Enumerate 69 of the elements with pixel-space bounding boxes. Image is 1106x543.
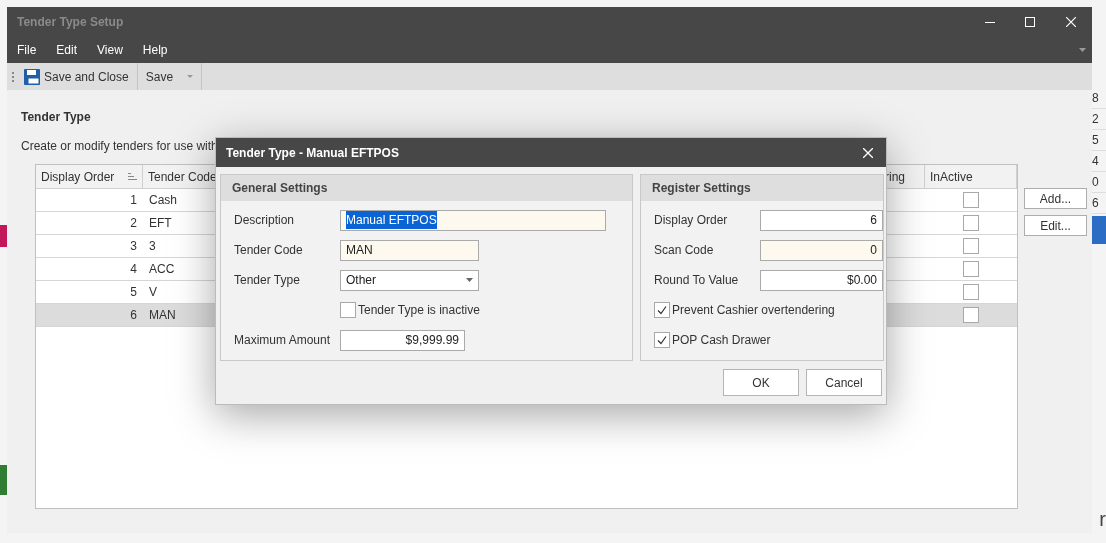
table-cell-text: 3 xyxy=(129,238,138,255)
dialog-title: Tender Type - Manual EFTPOS xyxy=(226,144,399,162)
window-title: Tender Type Setup xyxy=(17,14,124,31)
checkbox[interactable] xyxy=(963,215,979,231)
input-field[interactable]: 6 xyxy=(760,209,883,231)
maximize-icon xyxy=(1025,17,1035,27)
checkmark-icon xyxy=(657,335,667,345)
background-bar xyxy=(0,225,7,247)
menu-item[interactable]: File xyxy=(11,41,43,59)
group-header: Register Settings xyxy=(641,175,883,201)
caret-icon xyxy=(187,75,194,78)
input-field[interactable]: $9,999.99 xyxy=(340,329,465,351)
checkbox-label: Prevent Cashier overtendering xyxy=(672,302,835,319)
save-split-button[interactable]: Save xyxy=(137,63,203,90)
dialog-button[interactable]: OK xyxy=(723,369,799,396)
table-cell-text: ACC xyxy=(149,261,175,278)
close-button[interactable] xyxy=(862,146,874,159)
background-bar xyxy=(0,465,7,495)
table-cell-text: Cash xyxy=(149,192,177,209)
column-header[interactable]: InActive xyxy=(925,165,1017,188)
save-and-close-button[interactable]: Save and Close xyxy=(24,63,138,90)
checkbox-label: Tender Type is inactive xyxy=(358,302,480,319)
table-cell-text: EFT xyxy=(149,215,172,232)
checkbox-label: POP Cash Drawer xyxy=(672,332,771,349)
input-field[interactable]: $0.00 xyxy=(760,269,883,291)
field-label: Display Order xyxy=(654,212,729,229)
table-cell-text: MAN xyxy=(149,307,176,324)
caret-icon xyxy=(1079,48,1086,52)
close-icon xyxy=(1066,17,1076,27)
input-field[interactable]: 0 xyxy=(760,239,883,261)
checkbox[interactable] xyxy=(963,261,979,277)
field-label: Round To Value xyxy=(654,272,740,289)
table-cell-text: 1 xyxy=(129,192,138,209)
table-cell-text: 5 xyxy=(129,284,138,301)
table-cell-text: 4 xyxy=(129,261,138,278)
menu-item[interactable]: View xyxy=(91,41,129,59)
table-cell-text: 3 xyxy=(149,238,156,255)
tender-type-dropdown[interactable]: Other xyxy=(340,269,479,291)
minimize-icon xyxy=(985,21,995,23)
checkbox[interactable] xyxy=(340,302,356,318)
background-text: r xyxy=(1099,509,1106,529)
section-title: Tender Type xyxy=(21,109,92,126)
checkbox[interactable] xyxy=(963,284,979,300)
group-header: General Settings xyxy=(221,175,632,201)
table-cell-text: V xyxy=(149,284,157,301)
checkmark-icon xyxy=(657,305,667,315)
checkbox[interactable] xyxy=(963,238,979,254)
menu-item[interactable]: Edit xyxy=(50,41,84,59)
field-label: Description xyxy=(234,212,296,229)
field-label: Tender Type xyxy=(234,272,301,289)
checkbox[interactable] xyxy=(654,302,670,318)
column-header[interactable]: Display Order xyxy=(36,165,143,188)
field-label: Scan Code xyxy=(654,242,715,259)
field-label: Maximum Amount xyxy=(234,332,332,349)
checkbox[interactable] xyxy=(654,332,670,348)
menu-item[interactable]: Help xyxy=(136,41,174,59)
table-cell-text: 2 xyxy=(129,215,138,232)
background-bar xyxy=(1092,216,1106,244)
sort-icon xyxy=(128,173,137,180)
close-icon xyxy=(863,147,873,158)
input-field[interactable]: MAN xyxy=(340,239,479,261)
field-label: Tender Code xyxy=(234,242,304,259)
input-field[interactable]: Manual EFTPOS xyxy=(340,209,606,231)
checkbox[interactable] xyxy=(963,307,979,323)
table-cell-text: 6 xyxy=(129,307,138,324)
dialog-button[interactable]: Cancel xyxy=(806,369,882,396)
side-button[interactable]: Add... xyxy=(1024,188,1087,209)
checkbox[interactable] xyxy=(963,192,979,208)
side-button[interactable]: Edit... xyxy=(1024,215,1087,236)
